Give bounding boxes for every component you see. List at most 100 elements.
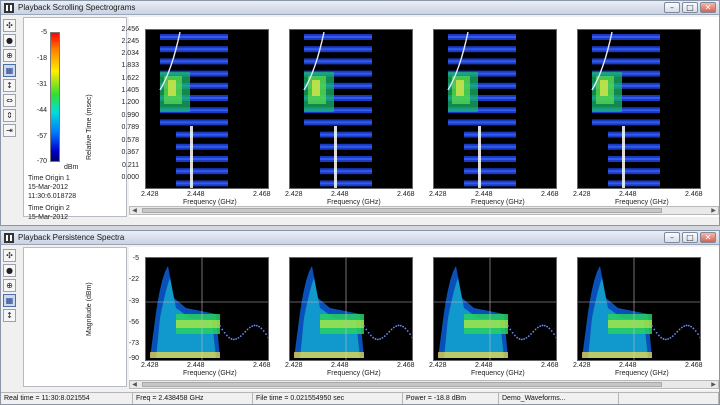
y-tick: -73: [128, 340, 139, 347]
x-axis-label: Frequency (GHz): [615, 370, 669, 377]
x-axis-label: Frequency (GHz): [183, 199, 237, 206]
minimize-button[interactable]: –: [664, 232, 680, 243]
app-icon: [4, 233, 14, 243]
pointer-tool-icon[interactable]: ✣: [3, 19, 16, 32]
y-tick: 1.833: [121, 62, 139, 69]
persistence-spectrum-image[interactable]: [578, 258, 701, 361]
x-tick: 2.428: [285, 191, 303, 198]
colorbar-tick: -5: [40, 29, 47, 36]
maximize-button[interactable]: □: [682, 232, 698, 243]
colorbar-tick: -57: [36, 133, 47, 140]
spectrogram-image[interactable]: [578, 30, 701, 189]
grid-tool-icon[interactable]: ▦: [3, 294, 16, 307]
y-axis-label: Magnitude (dBm): [86, 282, 93, 336]
scroll-thumb[interactable]: [142, 208, 662, 213]
x-tick: 2.448: [187, 362, 205, 369]
window-title: Playback Scrolling Spectrograms: [18, 3, 136, 12]
spectrogram-titlebar[interactable]: Playback Scrolling Spectrograms – □ ✕: [1, 1, 719, 15]
marker-tool-icon[interactable]: ●: [3, 264, 16, 277]
colorbar-tick: -70: [36, 158, 47, 165]
x-tick: 2.468: [685, 191, 703, 198]
x-tick: 2.468: [253, 362, 271, 369]
horizontal-zoom-icon[interactable]: ⇔: [3, 94, 16, 107]
x-axis-label: Frequency (GHz): [327, 370, 381, 377]
y-tick: -39: [128, 298, 139, 305]
x-axis-label: Frequency (GHz): [471, 370, 525, 377]
x-tick: 2.448: [187, 191, 205, 198]
status-empty: [619, 393, 719, 404]
status-frequency: Freq = 2.438458 GHz: [133, 393, 253, 404]
spectrogram-window: Playback Scrolling Spectrograms – □ ✕ ✣ …: [0, 0, 720, 226]
spectrogram-plot: [577, 29, 701, 189]
time-origin-2: Time Origin 2 15-Mar-2012: [28, 204, 70, 222]
time-origin-1-time: 11:30:6.018728: [28, 193, 77, 200]
persistence-horizontal-scrollbar[interactable]: ◀ ▶: [129, 380, 719, 389]
y-tick: -22: [128, 276, 139, 283]
persistence-titlebar[interactable]: Playback Persistence Spectra – □ ✕: [1, 231, 719, 245]
spectrogram-plot: [289, 29, 413, 189]
persistence-plot: [433, 257, 557, 361]
y-axis-label: Relative Time (msec): [86, 94, 93, 160]
y-tick: 2.245: [121, 38, 139, 45]
x-tick: 2.448: [475, 191, 493, 198]
persistence-spectrum-image[interactable]: [434, 258, 557, 361]
spectrogram-image[interactable]: [146, 30, 269, 189]
x-tick: 2.428: [141, 362, 159, 369]
y-tick: 1.200: [121, 99, 139, 106]
spectrogram-horizontal-scrollbar[interactable]: ◀ ▶: [129, 206, 719, 215]
x-tick: 2.468: [397, 191, 415, 198]
x-tick: 2.468: [685, 362, 703, 369]
x-tick: 2.448: [331, 362, 349, 369]
app-icon: [4, 3, 14, 13]
status-bar: Real time = 11:30:8.021554 Freq = 2.4384…: [1, 392, 719, 404]
scroll-right-icon[interactable]: ▶: [709, 381, 718, 388]
x-axis-label: Frequency (GHz): [183, 370, 237, 377]
scroll-thumb[interactable]: [142, 382, 662, 387]
status-power: Power = -18.8 dBm: [403, 393, 499, 404]
x-tick: 2.448: [475, 362, 493, 369]
zoom-tool-icon[interactable]: ⊕: [3, 49, 16, 62]
persistence-spectrum-image[interactable]: [290, 258, 413, 361]
close-button[interactable]: ✕: [700, 2, 716, 13]
persistence-spectrum-image[interactable]: [146, 258, 269, 361]
vertical-zoom-icon[interactable]: ↕: [3, 309, 16, 322]
x-axis-label: Frequency (GHz): [327, 199, 381, 206]
persistence-window: Playback Persistence Spectra – □ ✕ ✣ ● ⊕…: [0, 230, 720, 405]
scroll-left-icon[interactable]: ◀: [130, 381, 139, 388]
persistence-side-panel: Magnitude (dBm): [23, 247, 127, 387]
time-origin-2-label: Time Origin 2: [28, 205, 70, 212]
colorbar: [50, 32, 60, 162]
close-button[interactable]: ✕: [700, 232, 716, 243]
window-title: Playback Persistence Spectra: [18, 233, 125, 242]
x-tick: 2.428: [141, 191, 159, 198]
minimize-button[interactable]: –: [664, 2, 680, 13]
x-tick: 2.428: [573, 191, 591, 198]
x-tick: 2.428: [429, 191, 447, 198]
y-tick: 1.622: [121, 75, 139, 82]
vertical-zoom-icon[interactable]: ↕: [3, 79, 16, 92]
pan-tool-icon[interactable]: ⇥: [3, 124, 16, 137]
y-tick: 0.990: [121, 112, 139, 119]
x-tick: 2.448: [619, 362, 637, 369]
x-axis-label: Frequency (GHz): [615, 199, 669, 206]
spectrogram-image[interactable]: [434, 30, 557, 189]
time-origin-2-date: 15-Mar-2012: [28, 214, 69, 221]
x-tick: 2.428: [429, 362, 447, 369]
scroll-right-icon[interactable]: ▶: [709, 207, 718, 214]
x-tick: 2.428: [573, 362, 591, 369]
maximize-button[interactable]: □: [682, 2, 698, 13]
spectrogram-image[interactable]: [290, 30, 413, 189]
zoom-tool-icon[interactable]: ⊕: [3, 279, 16, 292]
time-origin-1-label: Time Origin 1: [28, 175, 70, 182]
marker-tool-icon[interactable]: ●: [3, 34, 16, 47]
y-tick: 0.367: [121, 149, 139, 156]
status-file-time: File time = 0.021554950 sec: [253, 393, 403, 404]
time-zoom-icon[interactable]: ⇕: [3, 109, 16, 122]
colorbar-tick: -18: [36, 55, 47, 62]
grid-tool-icon[interactable]: ▦: [3, 64, 16, 77]
persistence-toolbar: ✣ ● ⊕ ▦ ↕: [3, 249, 21, 322]
pointer-tool-icon[interactable]: ✣: [3, 249, 16, 262]
scroll-left-icon[interactable]: ◀: [130, 207, 139, 214]
y-tick: 2.034: [121, 50, 139, 57]
spectrogram-plot-area: 2.456 2.245 2.034 1.833 1.622 1.405 1.20…: [121, 17, 719, 217]
